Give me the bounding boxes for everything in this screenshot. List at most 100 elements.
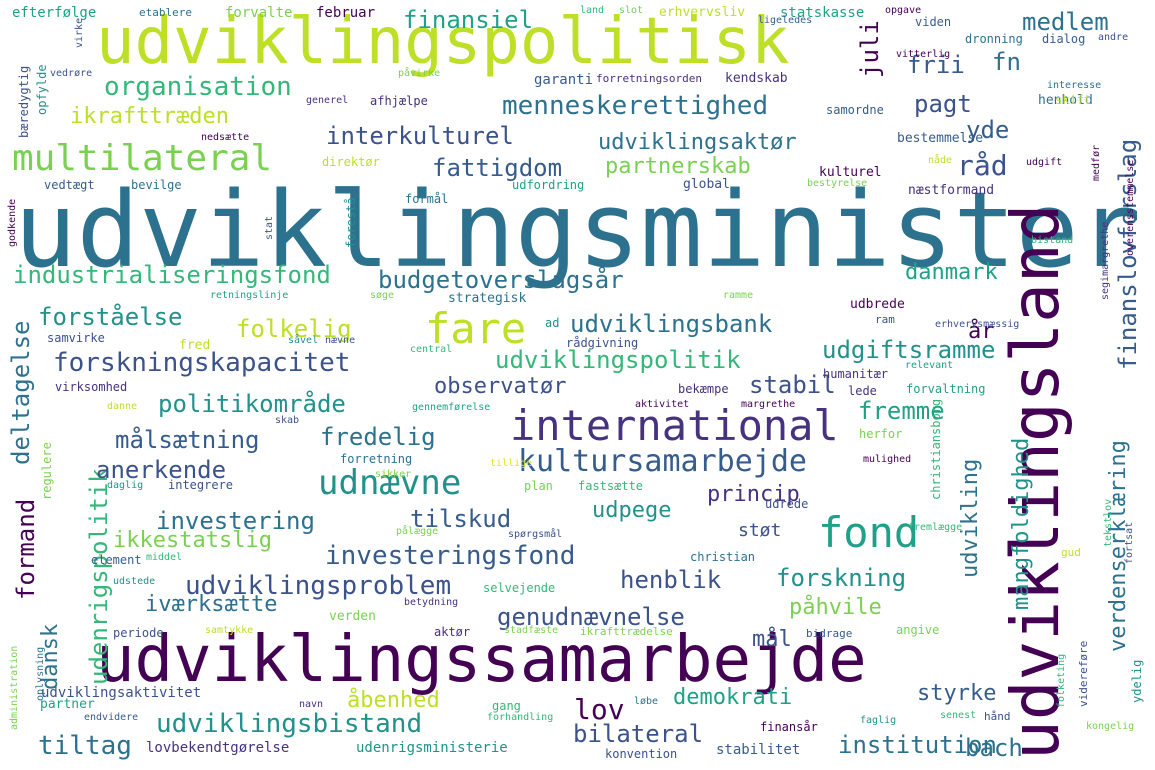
word: element (91, 553, 142, 567)
word: erhvervsmæssig (935, 319, 1020, 330)
word: forvaltning (906, 382, 986, 396)
word: endvidere (84, 712, 139, 723)
word: fred (179, 338, 211, 353)
word: stadfæste (504, 625, 559, 636)
word: godkende (7, 198, 18, 247)
word: udfordring (512, 178, 585, 192)
word: ydelig (1130, 659, 1144, 703)
word: fredelig (320, 423, 436, 451)
word: bestemmelse (897, 131, 984, 146)
word: bevilge (131, 178, 182, 192)
word: fortsat (1124, 521, 1135, 564)
word: andre (1098, 32, 1129, 43)
word: strategisk (448, 291, 527, 306)
word: forskningskapacitet (53, 348, 351, 378)
word: udenrigsministerie (356, 740, 508, 756)
word: interesse (1047, 80, 1102, 91)
word: danne (107, 401, 138, 412)
word: søge (370, 290, 395, 301)
word: kendskab (725, 71, 788, 86)
word: udrede (765, 497, 809, 511)
word: nedsætte (201, 132, 250, 143)
word: tillige (490, 458, 533, 469)
word: åbenhed (347, 688, 440, 713)
word: danmark (905, 260, 998, 285)
word: forhandling (487, 712, 554, 723)
word: rådgivning (566, 336, 639, 350)
word: slot (619, 5, 644, 16)
word: oplysning (35, 646, 46, 701)
word: pålægge (396, 526, 439, 537)
word: partnerskab (605, 154, 751, 179)
word: organisation (104, 72, 292, 102)
word: direktør (322, 155, 380, 169)
word: udviklingspolitik (495, 346, 741, 374)
word: etablere (139, 6, 192, 19)
word: samvirke (47, 331, 105, 345)
word: mål (752, 627, 792, 652)
word: bestyrelse (807, 178, 868, 189)
word: såvel (288, 335, 319, 346)
word: global (683, 177, 730, 192)
word: christiansborg (929, 398, 943, 500)
word: industrialiseringsfond (13, 261, 331, 289)
word: betydning (404, 597, 459, 608)
word: videreføre (1077, 640, 1090, 707)
word: bidrage (806, 627, 853, 640)
word: februar (316, 5, 376, 21)
word: relevant (905, 360, 954, 371)
word: udenrigspolitik (85, 468, 113, 685)
word: formål (405, 192, 449, 206)
word: plan (524, 479, 553, 493)
word: fremlægge (908, 522, 963, 533)
word: kultursamarbejde (518, 444, 807, 479)
word: forretningsorden (596, 72, 702, 85)
word: central (410, 344, 453, 355)
word: henblik (620, 566, 722, 594)
word: løbe (634, 696, 659, 707)
word: periode (113, 626, 164, 640)
word: lov (574, 693, 625, 726)
word: vitterlig (896, 49, 951, 60)
word: afhjælpe (370, 94, 428, 108)
word: skab (275, 415, 300, 426)
word: ram (875, 313, 895, 326)
word: råd (957, 149, 1008, 182)
word: observatør (434, 374, 567, 399)
word: aktivitet (635, 399, 690, 410)
word: skift (1055, 93, 1092, 107)
word: pagt (914, 90, 972, 118)
word: retningslinje (210, 290, 289, 301)
word: bekæmpe (678, 382, 729, 396)
word: udpege (592, 498, 672, 523)
word: forskning (776, 564, 907, 592)
word: mangfoldighed (1009, 437, 1034, 610)
word: ramme (723, 290, 754, 301)
word: ligeledes (758, 15, 813, 26)
word: gud (1061, 546, 1081, 559)
word: udviklingsbistand (156, 709, 423, 739)
word: udviklingsbank (570, 310, 773, 338)
word: tiltag (38, 731, 132, 761)
word: demokrati (673, 685, 793, 710)
word: ikrafttræden (70, 104, 229, 129)
word: gang (492, 699, 521, 713)
word: udvikling (958, 458, 983, 578)
word: vedtægt (44, 178, 95, 192)
word: finansår (760, 720, 818, 734)
word: udstede (113, 576, 156, 587)
word: fastsætte (578, 479, 644, 493)
word: kongelig (1086, 721, 1135, 732)
word: udbrede (850, 297, 905, 312)
word: ikrafttrædelse (580, 625, 673, 638)
word: næstformand (908, 183, 995, 198)
word: aktør (434, 625, 471, 639)
word: menneskerettighed (502, 91, 769, 121)
word: investeringsfond (325, 541, 576, 571)
word: international (510, 401, 839, 450)
word: christian (690, 550, 756, 564)
word: faglig (860, 715, 897, 726)
word: finansiel (403, 6, 534, 34)
word: viden (915, 15, 952, 29)
word: margrethe (741, 399, 796, 410)
